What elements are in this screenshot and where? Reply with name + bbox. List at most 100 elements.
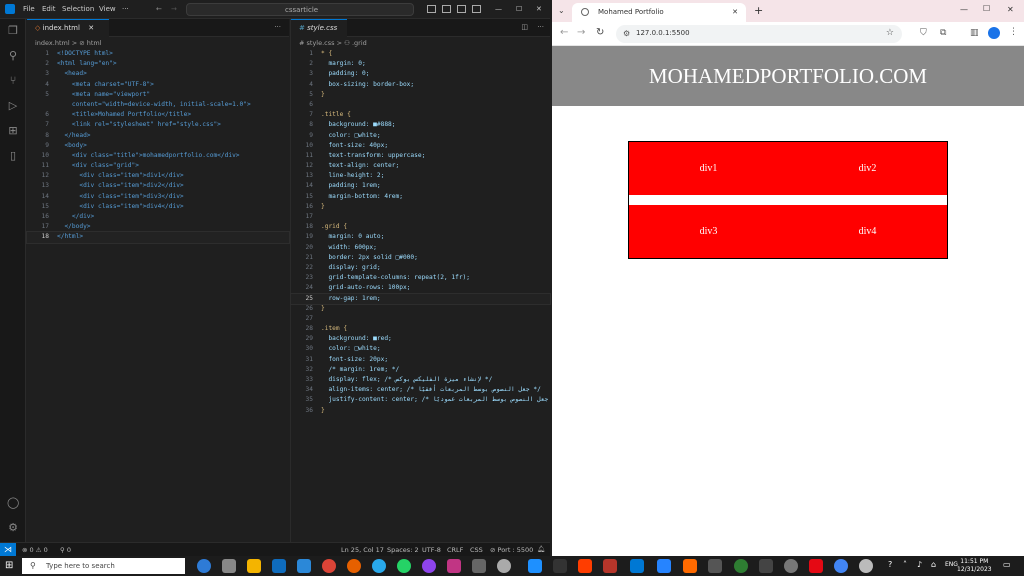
language-mode[interactable]: CSS — [470, 546, 483, 554]
browser-menu-icon[interactable]: ⋮ — [1009, 27, 1018, 37]
breadcrumb[interactable]: index.html > ⊘ html — [35, 39, 102, 47]
code-line[interactable]: 15 margin-bottom: 4rem; — [291, 192, 550, 202]
code-line[interactable]: 3 padding: 0; — [291, 69, 550, 79]
app-icon[interactable] — [528, 559, 542, 573]
vscode-taskbar-icon[interactable] — [630, 559, 644, 573]
notification-center-icon[interactable]: ▭ — [1003, 560, 1011, 569]
address-bar[interactable]: ⚙ 127.0.0.1:5500 ☆ — [616, 25, 902, 43]
app-icon[interactable] — [784, 559, 798, 573]
code-line[interactable]: 12 text-align: center; — [291, 161, 550, 171]
more-actions-icon[interactable]: ··· — [274, 23, 281, 31]
profile-avatar[interactable] — [988, 27, 1000, 39]
edge-icon[interactable] — [297, 559, 311, 573]
chrome-icon[interactable] — [834, 559, 848, 573]
code-line[interactable]: 9 <body> — [27, 141, 289, 151]
breadcrumb[interactable]: # style.css > ⚇ .grid — [299, 39, 367, 47]
code-line[interactable]: 14 <div class="item">div3</div> — [27, 192, 289, 202]
bookmark-star-icon[interactable]: ☆ — [886, 28, 894, 38]
code-line[interactable]: 5 <meta name="viewport" — [27, 90, 289, 100]
code-line[interactable]: 23 grid-template-columns: repeat(2, 1fr)… — [291, 273, 550, 283]
code-line[interactable]: 8 </head> — [27, 131, 289, 141]
code-line[interactable]: 20 width: 600px; — [291, 243, 550, 253]
toggle-secondary-sidebar-icon[interactable] — [457, 5, 466, 13]
extensions-puzzle-icon[interactable]: ⧉ — [940, 28, 946, 38]
search-icon[interactable]: ⚲ — [7, 50, 19, 62]
reload-icon[interactable]: ↻ — [596, 27, 604, 38]
code-line[interactable]: 6 <title>Mohamed Portfolio</title> — [27, 110, 289, 120]
code-line[interactable]: 26} — [291, 304, 550, 314]
maximize-icon[interactable]: ☐ — [983, 4, 990, 13]
code-line[interactable]: 11 text-transform: uppercase; — [291, 151, 550, 161]
problems-count[interactable]: ⊗ 0 ⚠ 0 — [22, 546, 48, 554]
code-line[interactable]: 31 font-size: 20px; — [291, 355, 550, 365]
firefox-icon[interactable] — [347, 559, 361, 573]
explorer-icon[interactable]: ❐ — [7, 25, 19, 37]
account-icon[interactable]: ◯ — [7, 497, 19, 509]
code-line[interactable]: 17 — [291, 212, 550, 222]
encoding[interactable]: UTF-8 — [422, 546, 441, 554]
code-line[interactable]: 9 color: □white; — [291, 131, 550, 141]
line-ending[interactable]: CRLF — [447, 546, 463, 554]
app-icon[interactable] — [759, 559, 773, 573]
tab-style-css[interactable]: # style.css — [291, 19, 347, 37]
menu-file[interactable]: File — [23, 5, 35, 13]
code-line[interactable]: 5} — [291, 90, 550, 100]
browser-tab[interactable]: Mohamed Portfolio ✕ — [572, 3, 746, 22]
illustrator-icon[interactable] — [578, 559, 592, 573]
code-line[interactable]: 7 .title { — [291, 110, 550, 120]
code-line[interactable]: 4 <meta charset="UTF-8"> — [27, 80, 289, 90]
code-line[interactable]: 16} — [291, 202, 550, 212]
app-icon[interactable] — [472, 559, 486, 573]
chrome-icon[interactable] — [322, 559, 336, 573]
code-line[interactable]: content="width=device-width, initial-sca… — [27, 100, 289, 110]
code-line[interactable]: 29 background: ■red; — [291, 334, 550, 344]
cortana-icon[interactable] — [197, 559, 211, 573]
code-line[interactable]: 6 — [291, 100, 550, 110]
code-line[interactable]: 28 .item { — [291, 324, 550, 334]
tab-close-icon[interactable]: ✕ — [732, 8, 738, 16]
code-line[interactable]: 22 display: grid; — [291, 263, 550, 273]
more-actions-icon[interactable]: ··· — [537, 23, 544, 31]
mail-icon[interactable] — [272, 559, 286, 573]
menu-edit[interactable]: Edit — [42, 5, 56, 13]
toggle-panel-icon[interactable] — [442, 5, 451, 13]
code-line[interactable]: 18 </html> — [26, 231, 290, 244]
task-view-icon[interactable] — [222, 559, 236, 573]
split-editor-icon[interactable]: ◫ — [521, 23, 528, 31]
chrome-active-icon[interactable] — [859, 559, 873, 573]
app-icon[interactable] — [708, 559, 722, 573]
tray-chevron-icon[interactable]: ˄ — [903, 560, 907, 569]
minimize-icon[interactable]: — — [960, 5, 968, 14]
code-line[interactable]: 2 margin: 0; — [291, 59, 550, 69]
notifications-bell-icon[interactable]: 🔔︎ — [537, 545, 545, 553]
taskbar-search-box[interactable]: ⚲ Type here to search — [22, 558, 185, 574]
live-server-port[interactable]: ⊘ Port : 5500 — [490, 546, 533, 554]
app-icon[interactable] — [734, 559, 748, 573]
toggle-sidebar-icon[interactable] — [427, 5, 436, 13]
forward-arrow-icon[interactable]: → — [577, 27, 585, 38]
indentation[interactable]: Spaces: 2 — [387, 546, 419, 554]
code-line[interactable]: 14 padding: 1rem; — [291, 181, 550, 191]
messenger-icon[interactable] — [422, 559, 436, 573]
code-line[interactable]: 4 box-sizing: border-box; — [291, 80, 550, 90]
tab-index-html[interactable]: ◇ index.html ✕ — [27, 19, 109, 37]
settings-gear-icon[interactable]: ⚙ — [7, 522, 19, 534]
code-line[interactable]: 10 <div class="title">mohamedportfolio.c… — [27, 151, 289, 161]
whatsapp-icon[interactable] — [397, 559, 411, 573]
code-line[interactable]: 34 align-items: center; /* جعل النصوص بو… — [291, 385, 550, 395]
remote-indicator-icon[interactable]: ⋊ — [0, 543, 16, 557]
taskbar-clock[interactable]: 11:51 PM 12/31/2023 — [957, 558, 992, 574]
code-line[interactable]: 19 margin: 0 auto; — [291, 232, 550, 242]
tab-close-icon[interactable]: ✕ — [88, 24, 94, 32]
cursor-position[interactable]: Ln 25, Col 17 — [341, 546, 384, 554]
file-explorer-icon[interactable] — [247, 559, 261, 573]
language-indicator[interactable]: ENG — [945, 561, 958, 568]
source-control-icon[interactable]: ⑂ — [7, 75, 19, 87]
code-line[interactable]: 25 row-gap: 1rem; — [290, 292, 551, 305]
extensions-icon[interactable]: ⊞ — [7, 125, 19, 137]
ports-count[interactable]: ⚲ 0 — [60, 546, 71, 554]
close-icon[interactable]: ✕ — [1007, 5, 1014, 14]
remote-explorer-icon[interactable]: ▯ — [7, 150, 19, 162]
code-line[interactable]: 12 <div class="item">div1</div> — [27, 171, 289, 181]
code-line[interactable]: 10 font-size: 40px; — [291, 141, 550, 151]
